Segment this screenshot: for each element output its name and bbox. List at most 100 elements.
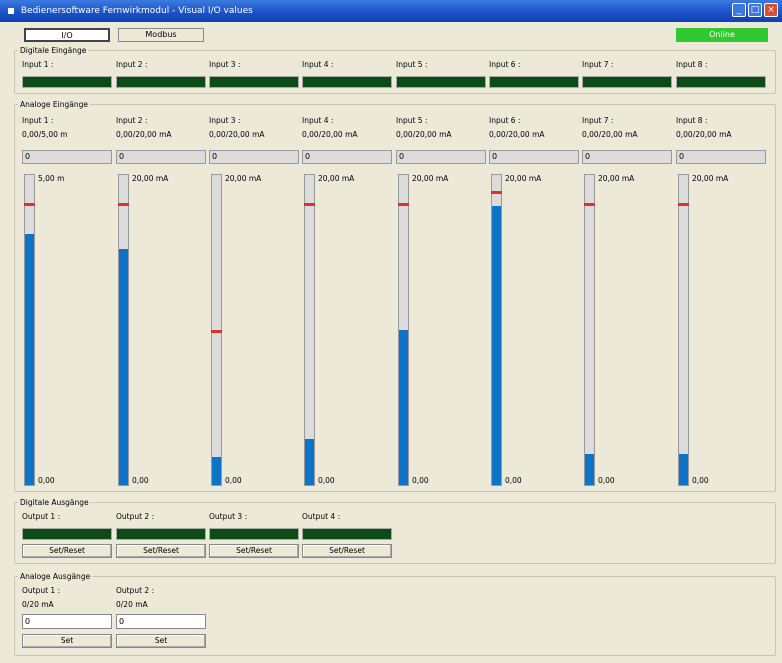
tab-modbus[interactable]: Modbus	[118, 28, 204, 42]
analog-input-min-label: 0,00	[318, 476, 335, 485]
analog-input-bar	[304, 174, 315, 486]
digital-output-label: Output 1 :	[22, 512, 61, 521]
digital-outputs-title: Digitale Ausgänge	[18, 498, 91, 507]
set-reset-button[interactable]: Set/Reset	[302, 544, 392, 558]
analog-input-value: 0	[582, 150, 672, 164]
analog-output-input[interactable]: 0	[22, 614, 112, 629]
digital-input-led	[209, 76, 299, 88]
set-button[interactable]: Set	[22, 634, 112, 648]
digital-input-led	[396, 76, 486, 88]
tab-io[interactable]: I/O	[24, 28, 110, 42]
digital-input-led	[22, 76, 112, 88]
analog-input-setpoint-mark	[304, 203, 315, 206]
analog-input-min-label: 0,00	[692, 476, 709, 485]
digital-output-label: Output 2 :	[116, 512, 155, 521]
analog-input-setpoint-mark	[398, 203, 409, 206]
analog-input-label: Input 7 :	[582, 116, 614, 125]
analog-input-value: 0	[396, 150, 486, 164]
online-status-indicator: Online	[676, 28, 768, 42]
analog-input-setpoint-mark	[118, 203, 129, 206]
digital-output-label: Output 3 :	[209, 512, 248, 521]
analog-input-label: Input 4 :	[302, 116, 334, 125]
analog-input-value: 0	[22, 150, 112, 164]
window-title: Bedienersoftware Fernwirkmodul - Visual …	[20, 6, 253, 16]
analog-input-range: 0,00/20,00 mA	[209, 130, 265, 139]
analog-input-max-label: 20,00 mA	[132, 174, 169, 183]
analog-input-max-label: 20,00 mA	[225, 174, 262, 183]
digital-input-label: Input 8 :	[676, 60, 708, 69]
analog-output-range: 0/20 mA	[116, 600, 148, 609]
analog-input-bar	[584, 174, 595, 486]
digital-output-led	[209, 528, 299, 540]
digital-input-label: Input 7 :	[582, 60, 614, 69]
analog-input-bar	[24, 174, 35, 486]
analog-input-label: Input 3 :	[209, 116, 241, 125]
digital-output-led	[302, 528, 392, 540]
analog-input-label: Input 8 :	[676, 116, 708, 125]
analog-input-bar-fill	[585, 454, 594, 485]
close-button[interactable]: ×	[764, 3, 778, 17]
digital-output-led	[22, 528, 112, 540]
analog-input-bar	[211, 174, 222, 486]
analog-input-setpoint-mark	[491, 190, 502, 194]
analog-output-range: 0/20 mA	[22, 600, 54, 609]
analog-input-value: 0	[209, 150, 299, 164]
analog-input-setpoint-mark	[211, 330, 222, 334]
digital-input-led	[302, 76, 392, 88]
analog-output-label: Output 1 :	[22, 586, 61, 595]
digital-input-label: Input 5 :	[396, 60, 428, 69]
analog-input-max-label: 20,00 mA	[505, 174, 542, 183]
analog-input-setpoint-mark	[678, 203, 689, 206]
analog-input-bar-fill	[212, 457, 221, 485]
digital-input-led	[116, 76, 206, 88]
digital-input-led	[582, 76, 672, 88]
title-bar: Bedienersoftware Fernwirkmodul - Visual …	[0, 0, 782, 22]
analog-input-bar	[491, 174, 502, 486]
analog-input-max-label: 20,00 mA	[318, 174, 355, 183]
digital-input-label: Input 4 :	[302, 60, 334, 69]
analog-input-max-label: 20,00 mA	[412, 174, 449, 183]
digital-input-led	[676, 76, 766, 88]
set-reset-button[interactable]: Set/Reset	[116, 544, 206, 558]
minimize-button[interactable]: _	[732, 3, 746, 17]
analog-output-input[interactable]: 0	[116, 614, 206, 629]
analog-input-range: 0,00/20,00 mA	[582, 130, 638, 139]
analog-input-max-label: 20,00 mA	[598, 174, 635, 183]
analog-input-range: 0,00/20,00 mA	[116, 130, 172, 139]
analog-input-bar-fill	[305, 438, 314, 485]
analog-input-setpoint-mark	[24, 203, 35, 206]
analog-input-min-label: 0,00	[132, 476, 149, 485]
analog-input-bar	[398, 174, 409, 486]
analog-input-value: 0	[489, 150, 579, 164]
analog-input-value: 0	[116, 150, 206, 164]
analog-input-setpoint-mark	[584, 203, 595, 206]
analog-input-label: Input 2 :	[116, 116, 148, 125]
analog-input-max-label: 20,00 mA	[692, 174, 729, 183]
set-reset-button[interactable]: Set/Reset	[22, 544, 112, 558]
analog-input-value: 0	[302, 150, 392, 164]
digital-input-label: Input 3 :	[209, 60, 241, 69]
analog-input-min-label: 0,00	[225, 476, 242, 485]
analog-input-min-label: 0,00	[598, 476, 615, 485]
analog-input-min-label: 0,00	[412, 476, 429, 485]
digital-input-label: Input 6 :	[489, 60, 521, 69]
analog-output-label: Output 2 :	[116, 586, 155, 595]
digital-output-led	[116, 528, 206, 540]
maximize-button[interactable]: □	[748, 3, 762, 17]
analog-input-range: 0,00/20,00 mA	[302, 130, 358, 139]
analog-input-min-label: 0,00	[505, 476, 522, 485]
analog-input-range: 0,00/5,00 m	[22, 130, 68, 139]
analog-input-range: 0,00/20,00 mA	[489, 130, 545, 139]
digital-input-label: Input 2 :	[116, 60, 148, 69]
analog-input-bar-fill	[399, 330, 408, 485]
analog-input-value: 0	[676, 150, 766, 164]
set-button[interactable]: Set	[116, 634, 206, 648]
analog-input-bar	[678, 174, 689, 486]
analog-input-label: Input 1 :	[22, 116, 54, 125]
digital-output-label: Output 4 :	[302, 512, 341, 521]
analog-input-bar	[118, 174, 129, 486]
analog-input-label: Input 5 :	[396, 116, 428, 125]
analog-input-range: 0,00/20,00 mA	[676, 130, 732, 139]
set-reset-button[interactable]: Set/Reset	[209, 544, 299, 558]
app-icon	[8, 7, 14, 14]
